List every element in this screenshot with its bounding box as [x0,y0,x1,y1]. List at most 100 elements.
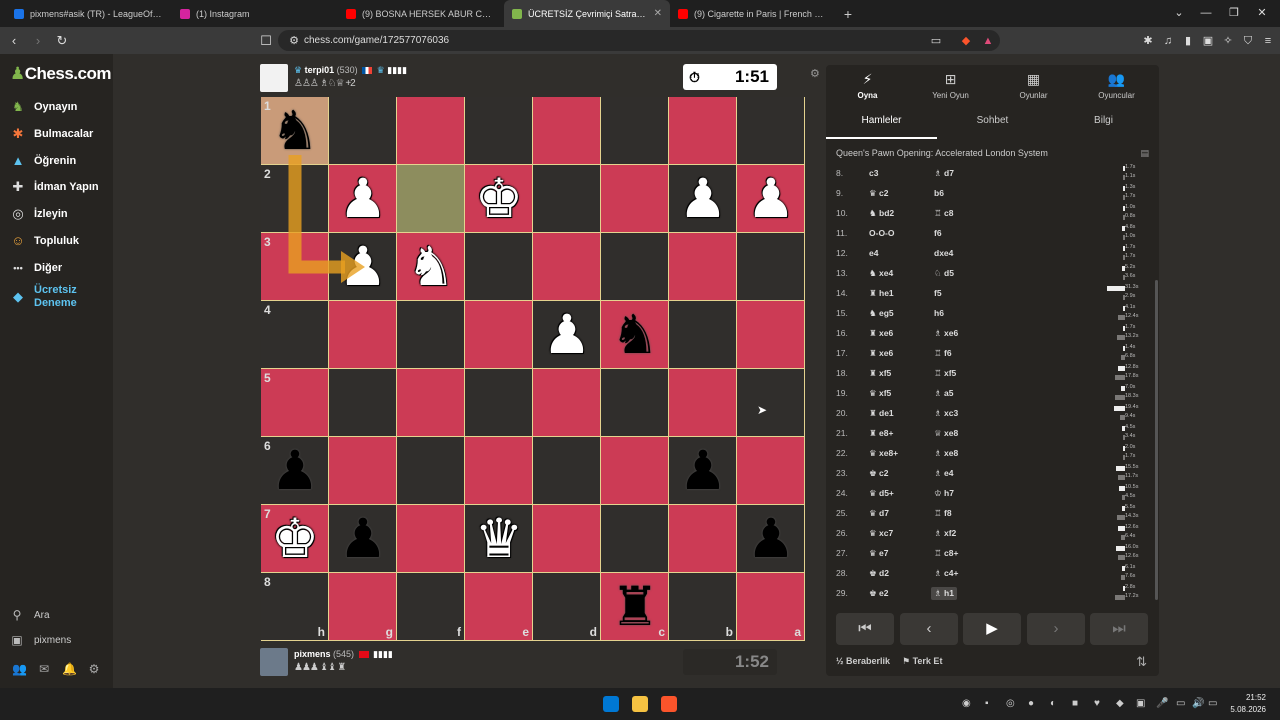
opponent-avatar[interactable] [260,64,288,92]
my-avatar[interactable] [260,648,288,676]
start-button[interactable] [603,696,619,712]
move-list-scrollbar[interactable] [1155,280,1158,600]
black-move[interactable]: ♕ xe8 [934,428,958,439]
board-square[interactable]: 7 ♚ [261,505,329,573]
board-square[interactable]: d [533,573,601,641]
board-square[interactable]: 6 ♟ [261,437,329,505]
close-window-button[interactable]: ✕ [1248,0,1276,27]
tab-plus[interactable]: ⊞ Yeni Oyun [909,65,992,105]
white-piece[interactable]: ♟ [329,165,397,233]
board-square[interactable] [669,301,737,369]
back-button[interactable]: ‹ [4,33,24,48]
board-square[interactable] [737,437,805,505]
white-move[interactable]: ♚ d2 [869,568,889,579]
board-square[interactable] [601,437,669,505]
board-square[interactable] [329,301,397,369]
white-move[interactable]: ♞ xe4 [869,268,893,279]
tray-icon[interactable]: ▣ [1136,698,1145,709]
file-explorer-icon[interactable] [632,696,648,712]
steam-tray-icon[interactable]: ◉ [962,698,971,709]
black-move[interactable]: ♗ xc3 [934,408,958,419]
black-move[interactable]: ♔ h7 [934,488,954,499]
board-square[interactable] [601,505,669,573]
vpn-icon[interactable]: ⛉ [1240,33,1256,49]
browser-tab[interactable]: (1) Instagram [172,0,338,27]
white-move[interactable]: ♚ e2 [869,588,888,599]
board-square[interactable] [329,97,397,165]
black-move[interactable]: ♖ xf5 [934,368,956,379]
url-field[interactable]: chess.com/game/172577076036 [278,30,1000,51]
tray-icon[interactable]: ◆ [1116,698,1124,709]
white-piece[interactable]: ♚ [465,165,533,233]
flip-board-icon[interactable]: ⇅ [1136,654,1147,670]
board-square[interactable] [601,97,669,165]
board-square[interactable]: ♟ [669,165,737,233]
settings-icon[interactable]: ⚙ [87,662,101,676]
white-move[interactable]: ♜ e8+ [869,428,893,439]
board-settings-icon[interactable]: ⚙ [810,67,820,80]
board-square[interactable] [737,233,805,301]
subtab[interactable]: Sohbet [937,105,1048,139]
board-square[interactable] [669,97,737,165]
white-piece[interactable]: ♟ [329,233,397,301]
media-icon[interactable]: ♫ [1160,33,1176,49]
black-move[interactable]: ♖ c8+ [934,548,958,559]
tray-icon[interactable]: ◐ [1050,698,1056,709]
forward-button[interactable]: › [28,33,48,48]
browser-tab[interactable]: (9) BOSNA HERSEK ABUR CUBURLAR [338,0,504,27]
black-move[interactable]: f5 [934,288,942,298]
previous-move-button[interactable]: ‹ [900,613,958,645]
board-square[interactable] [737,301,805,369]
sidebar-item-train[interactable]: ✚ İdman Yapın [10,177,99,197]
board-square[interactable] [397,301,465,369]
board-square[interactable] [601,233,669,301]
search-link[interactable]: ⚲ Ara [10,608,50,622]
cast-icon[interactable]: ▭ [928,33,944,49]
sidebar-item-learn[interactable]: ▲ Öğrenin [10,151,77,171]
white-move[interactable]: ♜ xf5 [869,368,891,379]
notifications-icon[interactable]: 🔔 [62,662,77,676]
extensions-icon[interactable]: ✱ [1140,33,1156,49]
white-move[interactable]: ♚ c2 [869,468,888,479]
wallet-icon[interactable]: ▣ [1200,33,1216,49]
offer-draw-button[interactable]: ½ Beraberlik [836,656,890,666]
black-move[interactable]: ♗ xe8 [934,448,958,459]
taskbar-time[interactable]: 21:52 [1246,693,1266,702]
tray-icon[interactable]: ♥ [1094,698,1100,709]
white-move[interactable]: O-O-O [869,228,895,238]
board-square[interactable]: ♞ [397,233,465,301]
tab-players[interactable]: 👥 Oyuncular [1075,65,1158,105]
white-move[interactable]: c3 [869,168,878,178]
board-square[interactable] [329,369,397,437]
chess-com-logo[interactable]: ♟Chess.com [10,64,111,84]
black-move[interactable]: ♖ f8 [934,508,952,519]
board-square[interactable]: ♟ [533,301,601,369]
black-move[interactable]: ♖ f6 [934,348,952,359]
board-square[interactable] [465,301,533,369]
black-move[interactable]: h6 [934,308,944,318]
board-square[interactable]: 3 [261,233,329,301]
free-trial-link[interactable]: ◆ Ücretsiz Deneme [10,284,77,309]
board-square[interactable]: 1 ♞ [261,97,329,165]
board-square[interactable] [397,437,465,505]
black-move[interactable]: ♖ c8 [934,208,953,219]
white-piece[interactable]: ♛ [465,505,533,573]
brave-browser-icon[interactable] [661,696,677,712]
white-move[interactable]: ♛ xf5 [869,388,891,399]
sidebar-item-puzzle[interactable]: ✱ Bulmacalar [10,124,94,144]
resign-button[interactable]: ⚑ Terk Et [902,656,942,667]
site-info-icon[interactable]: ⚙ [286,33,302,49]
black-piece[interactable]: ♞ [261,97,329,165]
battery-icon[interactable]: ▭ [1208,698,1217,709]
white-move[interactable]: ♞ bd2 [869,208,894,219]
menu-icon[interactable]: ≡ [1260,33,1276,49]
nvidia-tray-icon[interactable]: ▪ [985,698,989,709]
board-square[interactable]: ♟ [737,165,805,233]
board-square[interactable] [669,233,737,301]
wifi-icon[interactable]: ▭ [1176,698,1185,709]
black-move[interactable]: ♘ d5 [934,268,954,279]
black-move[interactable]: ♗ xe6 [934,328,958,339]
black-move[interactable]: ♗ xf2 [934,528,956,539]
board-square[interactable] [533,505,601,573]
minimize-button[interactable]: — [1192,0,1220,27]
